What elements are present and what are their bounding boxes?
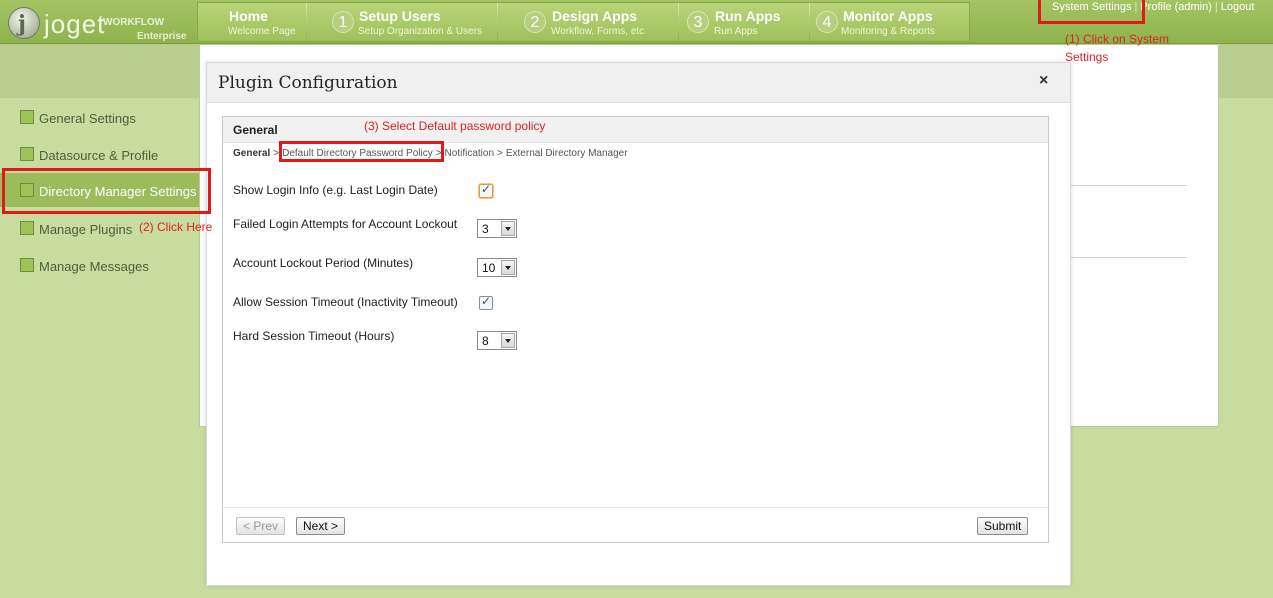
sidebar-item-label: Manage Plugins (39, 222, 133, 237)
form-section-title: General (233, 123, 278, 137)
nav-run-apps-title: Run Apps (715, 8, 781, 24)
breadcrumb-current: General (233, 148, 271, 159)
close-icon[interactable]: × (1039, 72, 1055, 90)
allow-session-timeout-checkbox[interactable] (479, 294, 493, 310)
step-1-icon: 1 (332, 11, 354, 33)
logo-word: joget (44, 9, 106, 39)
nav-design-apps-title: Design Apps (552, 8, 638, 24)
nav-monitor-apps-subtitle: Monitoring & Reports (841, 26, 935, 37)
failed-login-attempts-select[interactable]: 3 (477, 219, 517, 238)
nav-setup-users-title: Setup Users (359, 8, 441, 24)
dialog-title: Plugin Configuration (218, 73, 398, 93)
sidebar-item-label: Manage Messages (39, 259, 149, 274)
chevron-down-icon[interactable] (501, 221, 515, 236)
logo-icon: j (8, 7, 40, 39)
checkbox-icon (20, 258, 34, 272)
divider (1070, 185, 1187, 186)
highlight-system-settings (1038, 0, 1145, 24)
profile-link[interactable]: Profile (admin) (1140, 1, 1212, 13)
nav-setup-users[interactable]: 1 Setup Users Setup Organization & Users (307, 3, 497, 43)
annotation-step-2: (2) Click Here (139, 220, 213, 234)
main-nav: Home Welcome Page 1 Setup Users Setup Or… (197, 2, 970, 43)
nav-design-apps-subtitle: Workflow, Forms, etc (551, 26, 645, 37)
checkbox-icon (20, 221, 34, 235)
next-button[interactable]: Next > (296, 517, 346, 535)
link-separator: | (1214, 1, 1218, 13)
nav-home-title: Home (229, 8, 268, 24)
selected-value: 10 (482, 261, 496, 275)
annotation-step-3: (3) Select Default password policy (364, 119, 546, 133)
selected-value: 3 (482, 222, 489, 236)
nav-setup-users-subtitle: Setup Organization & Users (358, 26, 482, 37)
logout-link[interactable]: Logout (1221, 1, 1255, 13)
nav-home[interactable]: Home Welcome Page (198, 3, 306, 43)
account-lockout-period-label: Account Lockout Period (Minutes) (233, 256, 414, 270)
nav-design-apps[interactable]: 2 Design Apps Workflow, Forms, etc (498, 3, 678, 43)
chevron-down-icon[interactable] (501, 260, 515, 275)
sidebar-item-general-settings[interactable]: General Settings (0, 100, 199, 134)
show-login-info-checkbox[interactable] (479, 182, 493, 198)
annotation-step-1-cont: Settings (1065, 50, 1109, 64)
nav-monitor-apps[interactable]: 4 Monitor Apps Monitoring & Reports (810, 3, 970, 43)
annotation-step-1: (1) Click on System (1065, 32, 1170, 46)
nav-run-apps[interactable]: 3 Run Apps Run Apps (679, 3, 809, 43)
account-lockout-period-select[interactable]: 10 (477, 258, 517, 277)
breadcrumb-separator: > (497, 148, 503, 159)
show-login-info-label: Show Login Info (e.g. Last Login Date) (233, 183, 438, 197)
sidebar-item-manage-messages[interactable]: Manage Messages (0, 248, 199, 282)
dialog-header: Plugin Configuration × (207, 63, 1070, 103)
logo-subtitle: WORKFLOW (103, 17, 165, 28)
form-section-header: General (223, 117, 1048, 143)
sidebar-item-label: Datasource & Profile (39, 148, 159, 163)
prev-button[interactable]: < Prev (236, 517, 286, 535)
checkbox-icon (20, 147, 34, 161)
checkbox-icon (20, 110, 34, 124)
nav-run-apps-subtitle: Run Apps (714, 26, 758, 37)
hard-session-timeout-label: Hard Session Timeout (Hours) (233, 329, 395, 343)
nav-monitor-apps-title: Monitor Apps (843, 8, 933, 24)
logo-edition: Enterprise (137, 31, 187, 42)
step-2-icon: 2 (524, 11, 546, 33)
step-3-icon: 3 (687, 11, 709, 33)
chevron-down-icon[interactable] (501, 333, 515, 348)
hard-session-timeout-select[interactable]: 8 (477, 331, 517, 350)
nav-home-subtitle: Welcome Page (228, 26, 296, 37)
step-4-icon: 4 (816, 11, 838, 33)
sidebar-item-datasource-profile[interactable]: Datasource & Profile (0, 137, 199, 171)
sidebar-item-label: General Settings (39, 111, 136, 126)
configuration-form: General General > Default Directory Passwo… (222, 116, 1049, 543)
highlight-directory-manager-settings (2, 168, 211, 214)
selected-value: 8 (482, 334, 489, 348)
highlight-default-password-policy (279, 141, 444, 162)
allow-session-timeout-label: Allow Session Timeout (Inactivity Timeou… (233, 295, 458, 309)
submit-button[interactable]: Submit (977, 517, 1029, 535)
form-footer-divider (223, 507, 1048, 508)
divider (1070, 257, 1187, 258)
breadcrumb-external-directory-manager[interactable]: External Directory Manager (506, 148, 628, 159)
breadcrumb-notification[interactable]: Notification (445, 148, 494, 159)
failed-login-attempts-label: Failed Login Attempts for Account Lockou… (233, 217, 458, 231)
joget-logo[interactable]: j joget WORKFLOW Enterprise (6, 4, 196, 42)
